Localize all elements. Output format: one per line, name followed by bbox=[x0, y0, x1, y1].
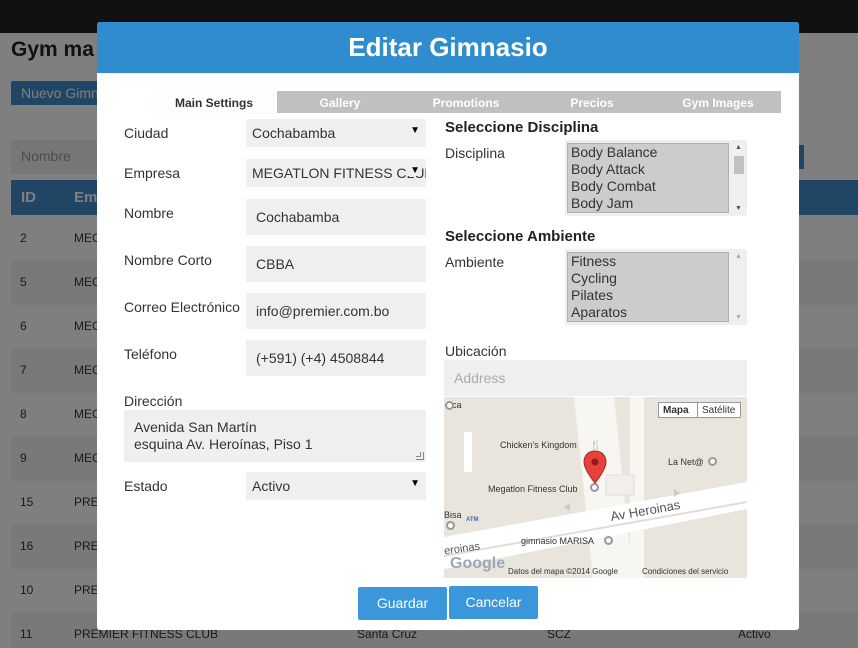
scroll-up-icon[interactable]: ▲ bbox=[735, 144, 742, 151]
ubicacion-label: Ubicación bbox=[445, 343, 507, 359]
list-item[interactable]: Body Combat bbox=[568, 178, 728, 195]
list-item[interactable]: Body Attack bbox=[568, 161, 728, 178]
empresa-label: Empresa bbox=[124, 165, 181, 181]
save-button[interactable]: Guardar bbox=[358, 587, 447, 620]
ambiente-label: Ambiente bbox=[445, 254, 505, 270]
ambiente-scrollbar[interactable]: ▲ ▼ bbox=[733, 252, 745, 322]
poi-icon bbox=[590, 483, 599, 492]
ambiente-options: Fitness Cycling Pilates Aparatos bbox=[567, 252, 729, 322]
disciplina-section-title: Seleccione Disciplina bbox=[445, 119, 599, 136]
direccion-textarea[interactable]: Avenida San Martín esquina Av. Heroínas,… bbox=[124, 410, 426, 462]
tab-gallery[interactable]: Gallery bbox=[277, 91, 403, 113]
telefono-label: Teléfono bbox=[124, 346, 177, 362]
estado-label: Estado bbox=[124, 478, 168, 494]
nombre-corto-label: Nombre Corto bbox=[124, 252, 212, 268]
resize-handle[interactable] bbox=[416, 452, 424, 460]
direccion-line: Avenida San Martín bbox=[134, 419, 257, 435]
telefono-input[interactable]: (+591) (+4) 4508844 bbox=[246, 340, 426, 376]
tab-gym-images[interactable]: Gym Images bbox=[655, 91, 781, 113]
map-attribution: Datos del mapa ©2014 Google bbox=[508, 567, 618, 576]
estado-value: Activo bbox=[252, 478, 291, 494]
map-widget[interactable]: Mapa Satélite Chicken's Kingdom 🍴 La Net… bbox=[444, 397, 747, 578]
map-place-label: Megatlon Fitness Club bbox=[488, 484, 578, 494]
chevron-down-icon: ▼ bbox=[410, 125, 420, 136]
empresa-select[interactable]: MEGATLON FITNESS CLUB ▼ bbox=[246, 159, 426, 187]
tab-main-settings[interactable]: Main Settings bbox=[151, 91, 277, 114]
list-item[interactable]: Aparatos bbox=[568, 304, 728, 321]
map-terms-link[interactable]: Condiciones del servicio bbox=[642, 567, 728, 576]
ambiente-section-title: Seleccione Ambiente bbox=[445, 228, 596, 245]
nombre-corto-input[interactable]: CBBA bbox=[246, 246, 426, 282]
poi-icon bbox=[446, 521, 455, 530]
empresa-value: MEGATLON FITNESS CLUB bbox=[252, 165, 426, 181]
address-input[interactable]: Address bbox=[444, 360, 747, 396]
ciudad-select[interactable]: Cochabamba ▼ bbox=[246, 119, 426, 147]
ambiente-listbox[interactable]: Fitness Cycling Pilates Aparatos ▲ ▼ bbox=[565, 249, 747, 325]
map-type-map-button[interactable]: Mapa bbox=[658, 402, 698, 418]
chevron-down-icon: ▼ bbox=[410, 478, 420, 489]
modal-title: Editar Gimnasio bbox=[348, 32, 548, 62]
disciplina-options: Body Balance Body Attack Body Combat Bod… bbox=[567, 143, 729, 213]
ciudad-label: Ciudad bbox=[124, 125, 169, 141]
nombre-input[interactable]: Cochabamba bbox=[246, 199, 426, 235]
scroll-thumb[interactable] bbox=[734, 156, 744, 174]
modal-header: Editar Gimnasio bbox=[97, 22, 799, 73]
estado-select[interactable]: Activo ▼ bbox=[246, 472, 426, 500]
tab-precios[interactable]: Precios bbox=[529, 91, 655, 113]
list-item[interactable]: Cycling bbox=[568, 270, 728, 287]
tab-bar: Main Settings Gallery Promotions Precios… bbox=[151, 91, 781, 114]
poi-icon bbox=[604, 536, 613, 545]
list-item[interactable]: Body Balance bbox=[568, 144, 728, 161]
tab-promotions[interactable]: Promotions bbox=[403, 91, 529, 113]
correo-input[interactable]: info@premier.com.bo bbox=[246, 293, 426, 329]
map-place-label: Bisa bbox=[444, 510, 462, 520]
scroll-down-icon[interactable]: ▼ bbox=[735, 314, 742, 321]
disciplina-listbox[interactable]: Body Balance Body Attack Body Combat Bod… bbox=[565, 140, 747, 216]
poi-icon bbox=[708, 457, 717, 466]
cancel-button[interactable]: Cancelar bbox=[449, 586, 538, 619]
scroll-down-icon[interactable]: ▼ bbox=[735, 205, 742, 212]
map-type-satellite-button[interactable]: Satélite bbox=[697, 402, 741, 418]
correo-label: Correo Electrónico bbox=[124, 299, 240, 315]
scroll-up-icon[interactable]: ▲ bbox=[735, 253, 742, 260]
atm-icon: ATM bbox=[466, 517, 479, 523]
google-logo: Google bbox=[450, 555, 506, 572]
direccion-line: esquina Av. Heroínas, Piso 1 bbox=[134, 436, 313, 452]
direccion-label: Dirección bbox=[124, 393, 183, 409]
list-item[interactable]: Fitness bbox=[568, 253, 728, 270]
map-place-label: Chicken's Kingdom bbox=[500, 440, 577, 450]
edit-gym-modal: Editar Gimnasio Main Settings Gallery Pr… bbox=[97, 22, 799, 630]
map-place-label: gimnasio MARISA bbox=[521, 536, 595, 546]
ciudad-value: Cochabamba bbox=[252, 125, 336, 141]
map-place-label: La Net@ bbox=[668, 457, 704, 467]
nombre-label: Nombre bbox=[124, 205, 174, 221]
chevron-down-icon: ▼ bbox=[407, 165, 420, 176]
map-marker-icon[interactable] bbox=[583, 450, 607, 484]
list-item[interactable]: Pilates bbox=[568, 287, 728, 304]
list-item[interactable]: Body Jam bbox=[568, 195, 728, 212]
poi-icon bbox=[445, 401, 454, 410]
disciplina-scrollbar[interactable]: ▲ ▼ bbox=[733, 143, 745, 213]
disciplina-label: Disciplina bbox=[445, 145, 505, 161]
